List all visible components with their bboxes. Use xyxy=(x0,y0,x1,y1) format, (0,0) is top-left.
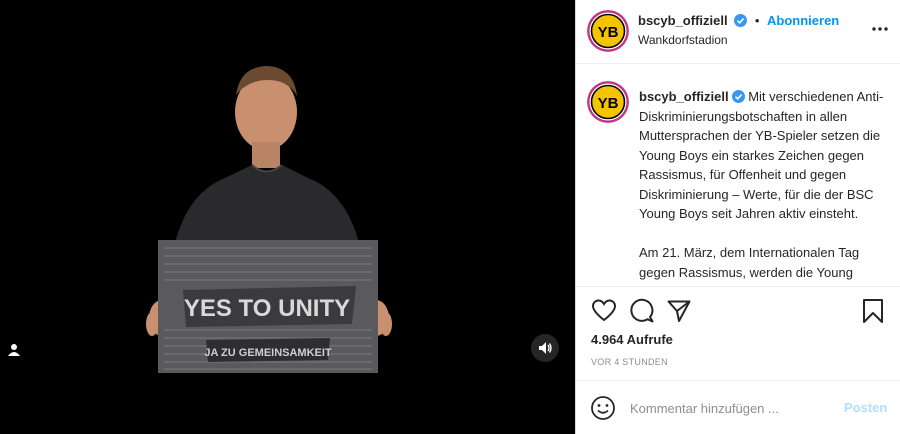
follow-button[interactable]: Abonnieren xyxy=(767,13,839,28)
heart-icon[interactable] xyxy=(591,298,617,324)
comment-icon[interactable] xyxy=(629,298,655,324)
sound-icon[interactable] xyxy=(531,334,559,362)
share-icon[interactable] xyxy=(666,298,692,324)
instagram-post: YES TO UNITY JA ZU GEMEINSAMKEIT YB bscy… xyxy=(0,0,900,434)
action-bar xyxy=(576,290,900,338)
caption-username[interactable]: bscyb_offiziell xyxy=(639,89,729,104)
avatar[interactable]: YB xyxy=(587,10,629,52)
video-frame: YES TO UNITY JA ZU GEMEINSAMKEIT xyxy=(0,0,575,434)
separator-dot: • xyxy=(754,13,760,28)
comment-input[interactable] xyxy=(630,397,830,419)
bookmark-icon[interactable] xyxy=(860,298,886,324)
comment-bar: Posten xyxy=(576,380,900,434)
caption-text-p1: Mit verschiedenen Anti-Diskriminierungsb… xyxy=(639,89,884,221)
header-username[interactable]: bscyb_offiziell xyxy=(638,13,728,28)
verified-badge-icon xyxy=(734,14,748,27)
sign-main-text: YES TO UNITY xyxy=(184,295,350,322)
more-options-icon[interactable] xyxy=(870,22,890,36)
caption-area: YB bscyb_offiziell Mit verschiedenen Ant… xyxy=(576,65,900,287)
svg-text:YB: YB xyxy=(598,24,619,41)
post-header: YB bscyb_offiziell • Abonnieren Wankdorf… xyxy=(576,0,900,64)
view-count[interactable]: 4.964 Aufrufe xyxy=(591,332,673,347)
verified-badge-icon xyxy=(731,89,745,103)
video-player[interactable]: YES TO UNITY JA ZU GEMEINSAMKEIT xyxy=(0,0,575,434)
post-timestamp[interactable]: VOR 4 STUNDEN xyxy=(591,357,668,367)
caption-text-p2: Am 21. März, dem Internationalen Tag geg… xyxy=(639,245,860,280)
post-caption: bscyb_offiziell Mit verschiedenen Anti-D… xyxy=(639,87,889,286)
post-comment-button[interactable]: Posten xyxy=(844,400,887,415)
sign-sub-text: JA ZU GEMEINSAMKEIT xyxy=(204,347,332,359)
location-link[interactable]: Wankdorfstadion xyxy=(638,33,728,47)
svg-text:YB: YB xyxy=(598,95,619,112)
post-side-panel: YB bscyb_offiziell • Abonnieren Wankdorf… xyxy=(575,0,900,434)
user-tag-icon[interactable] xyxy=(4,340,24,360)
avatar[interactable]: YB xyxy=(587,81,629,123)
emoji-icon[interactable] xyxy=(590,395,616,421)
